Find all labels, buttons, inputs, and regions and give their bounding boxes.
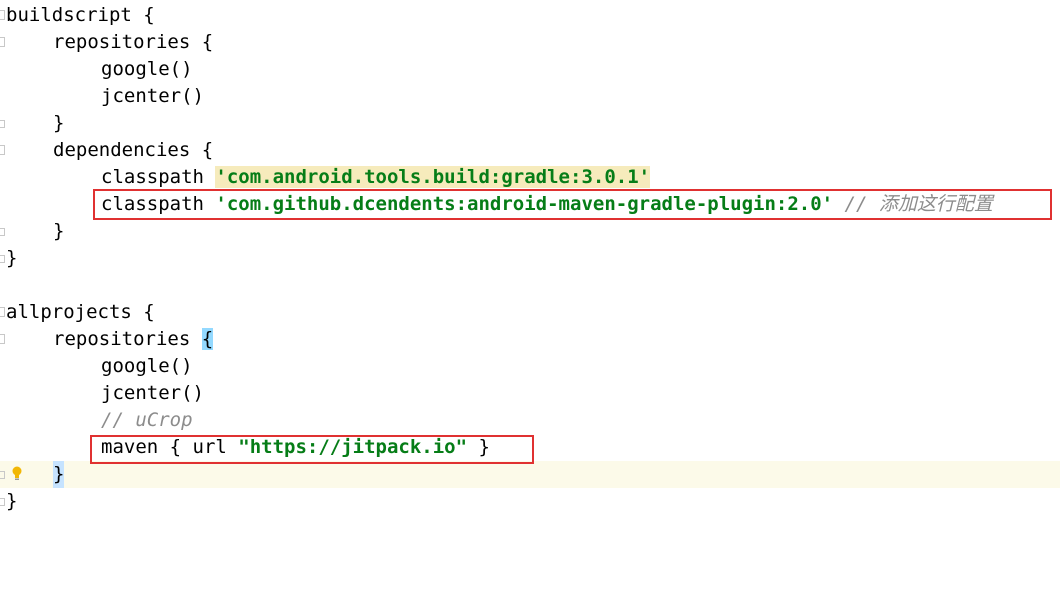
code-line[interactable]: } <box>0 488 1060 515</box>
matched-brace: } <box>53 461 65 488</box>
code-text: } <box>53 112 65 134</box>
fold-marker-icon[interactable] <box>0 37 5 47</box>
code-line[interactable]: // uCrop <box>0 407 1060 434</box>
fold-marker-icon[interactable] <box>0 334 5 344</box>
fold-marker-icon[interactable] <box>0 498 5 506</box>
code-line[interactable]: } <box>0 110 1060 137</box>
keyword-classpath: classpath <box>101 166 216 188</box>
code-line[interactable]: jcenter() <box>0 380 1060 407</box>
code-text: google() <box>101 58 193 80</box>
fold-marker-icon[interactable] <box>0 228 5 236</box>
code-text: dependencies { <box>53 139 214 161</box>
code-text: jcenter() <box>101 382 204 404</box>
code-text: allprojects { <box>6 301 155 323</box>
code-line[interactable]: google() <box>0 56 1060 83</box>
code-text: jcenter() <box>101 85 204 107</box>
matched-brace: { <box>201 328 214 350</box>
lightbulb-icon[interactable] <box>12 466 22 482</box>
code-line[interactable]: dependencies { <box>0 137 1060 164</box>
keyword-repositories: repositories <box>53 328 202 350</box>
code-text: buildscript { <box>6 4 155 26</box>
code-line[interactable]: buildscript { <box>0 2 1060 29</box>
code-line[interactable]: google() <box>0 353 1060 380</box>
code-line[interactable]: } <box>0 245 1060 272</box>
code-editor[interactable]: buildscript { repositories { google() jc… <box>0 0 1060 540</box>
highlight-box-maven <box>90 435 534 464</box>
code-text: repositories { <box>53 31 214 53</box>
highlight-box-classpath <box>93 189 1052 220</box>
fold-marker-icon[interactable] <box>0 471 5 479</box>
code-line[interactable]: } <box>0 218 1060 245</box>
code-comment: // uCrop <box>101 409 193 431</box>
fold-marker-icon[interactable] <box>0 307 5 317</box>
code-line[interactable]: repositories { <box>0 326 1060 353</box>
code-text: repositories { <box>53 326 214 353</box>
code-text: google() <box>101 355 193 377</box>
code-line[interactable]: classpath 'com.android.tools.build:gradl… <box>0 164 1060 191</box>
fold-marker-icon[interactable] <box>0 120 5 128</box>
code-line[interactable]: jcenter() <box>0 83 1060 110</box>
fold-marker-icon[interactable] <box>0 255 5 263</box>
code-line[interactable]: repositories { <box>0 29 1060 56</box>
code-text: } <box>6 247 18 269</box>
fold-marker-icon[interactable] <box>0 145 5 155</box>
code-text: classpath 'com.android.tools.build:gradl… <box>101 164 651 191</box>
code-line[interactable] <box>0 272 1060 299</box>
code-text: } <box>6 490 18 512</box>
current-code-line[interactable]: } <box>0 461 1060 488</box>
code-line[interactable]: allprojects { <box>0 299 1060 326</box>
code-text: } <box>53 220 65 242</box>
string-literal: 'com.android.tools.build:gradle:3.0.1' <box>215 166 651 188</box>
fold-marker-icon[interactable] <box>0 10 5 20</box>
